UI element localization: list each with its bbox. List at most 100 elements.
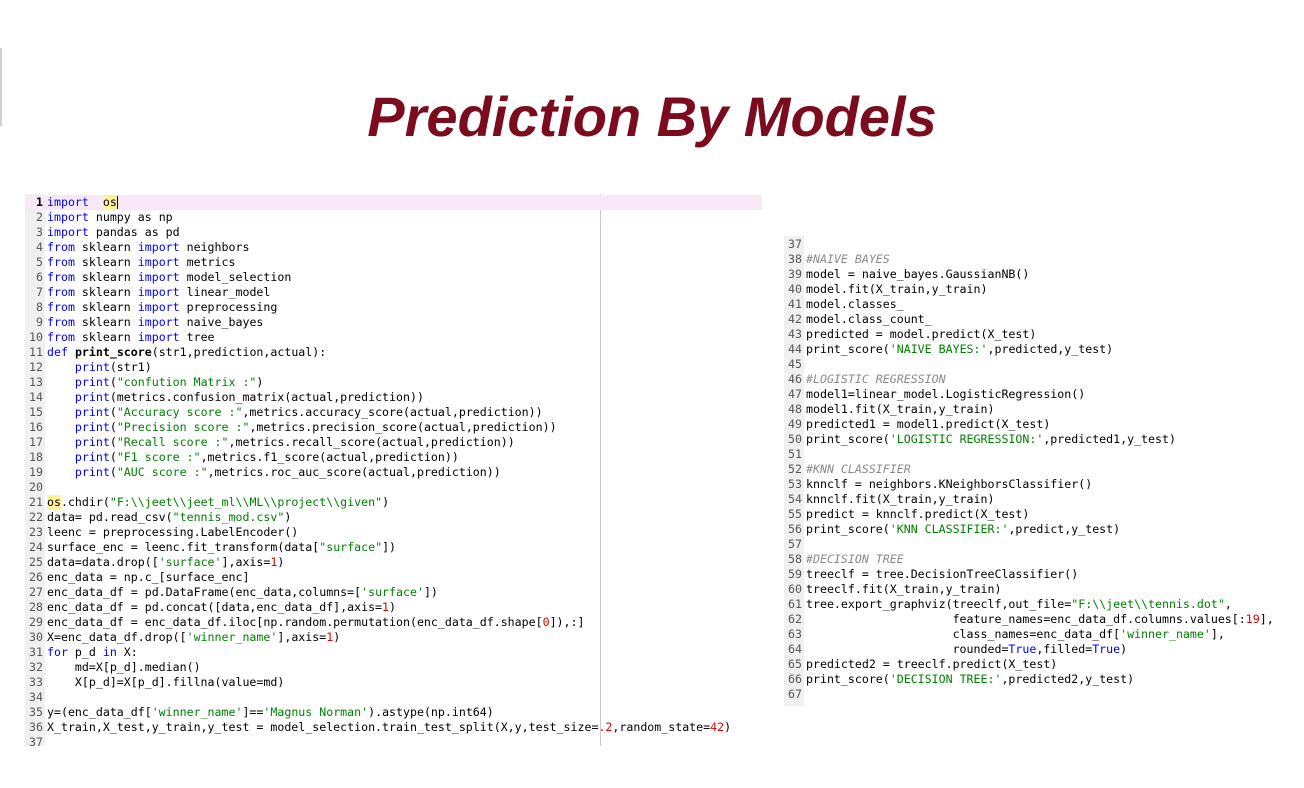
code-line[interactable]: 15 print("Accuracy score :",metrics.accu… [25, 405, 762, 420]
code-token: import [137, 315, 180, 329]
code-line[interactable]: 64 rounded=True,filled=True) [784, 642, 1284, 657]
code-line[interactable]: 53 knnclf = neighbors.KNeighborsClassifie… [784, 477, 1284, 492]
code-line[interactable]: 29 enc_data_df = enc_data_df.iloc[np.rand… [25, 615, 762, 630]
code-line[interactable]: 30 X=enc_data_df.drop(['winner_name'],axi… [25, 630, 762, 645]
code-token: print [74, 420, 110, 434]
code-line[interactable]: 14 print(metrics.confusion_matrix(actual… [25, 390, 762, 405]
code-line[interactable]: 2 import numpy as np [25, 210, 762, 225]
code-lines: 37 38 #NAIVE BAYES 39 model = naive_bayes.Ga… [784, 237, 1284, 702]
code-editor-right[interactable]: 37 38 #NAIVE BAYES 39 model = naive_bayes.Ga… [784, 236, 1284, 706]
code-line[interactable]: 3 import pandas as pd [25, 225, 762, 240]
line-number: 11 [29, 345, 43, 359]
code-line[interactable]: 33 X[p_d]=X[p_d].fillna(value=md) [25, 675, 762, 690]
line-number: 4 [36, 240, 43, 254]
code-token: ]) [423, 585, 438, 599]
line-number: 8 [36, 300, 43, 314]
code-token: from [47, 315, 75, 329]
code-token: X: [116, 645, 138, 659]
code-token: ,predicted,y_test) [987, 342, 1114, 356]
line-number: 53 [788, 477, 802, 491]
code-token: sklearn [74, 285, 138, 299]
code-line[interactable]: 17 print("Recall score :",metrics.recall… [25, 435, 762, 450]
code-line[interactable]: 5 from sklearn import metrics [25, 255, 762, 270]
code-line[interactable]: 61 tree.export_graphviz(treeclf,out_file=… [784, 597, 1284, 612]
code-line[interactable]: 31 for p_d in X: [25, 645, 762, 660]
code-line[interactable]: 56 print_score('KNN CLASSIFIER:',predict,… [784, 522, 1284, 537]
code-line[interactable]: 7 from sklearn import linear_model [25, 285, 762, 300]
slide-title: Prediction By Models [367, 85, 937, 148]
code-line[interactable]: 55 predict = knnclf.predict(X_test) [784, 507, 1284, 522]
line-number: 48 [788, 402, 802, 416]
code-line[interactable]: 22 data= pd.read_csv("tennis_mod.csv") [25, 510, 762, 525]
code-line[interactable]: 1 import os [25, 195, 762, 210]
code-line[interactable]: 27 enc_data_df = pd.DataFrame(enc_data,co… [25, 585, 762, 600]
code-line[interactable]: 32 md=X[p_d].median() [25, 660, 762, 675]
line-number: 61 [788, 597, 802, 611]
code-token: #DECISION TREE [806, 552, 904, 566]
code-line[interactable]: 40 model.fit(X_train,y_train) [784, 282, 1284, 297]
code-line[interactable]: 37 [784, 237, 1284, 252]
code-token: ( [109, 465, 117, 479]
code-line[interactable]: 37 [25, 735, 762, 746]
code-token: 'surface' [158, 555, 222, 569]
code-line[interactable]: 45 [784, 357, 1284, 372]
code-editor-left[interactable]: 1 import os 2 import numpy as np 3 import pan… [25, 194, 762, 746]
code-line[interactable]: 20 [25, 480, 762, 495]
code-line[interactable]: 46 #LOGISTIC REGRESSION [784, 372, 1284, 387]
code-line[interactable]: 12 print(str1) [25, 360, 762, 375]
code-line[interactable]: 16 print("Precision score :",metrics.pre… [25, 420, 762, 435]
code-line[interactable]: 41 model.classes_ [784, 297, 1284, 312]
code-token: treeclf = tree.DecisionTreeClassifier() [806, 567, 1079, 581]
code-token: 'NAIVE BAYES:' [889, 342, 988, 356]
code-line[interactable]: 49 predicted1 = model1.predict(X_test) [784, 417, 1284, 432]
code-line[interactable]: 58 #DECISION TREE [784, 552, 1284, 567]
code-line[interactable]: 4 from sklearn import neighbors [25, 240, 762, 255]
code-line[interactable]: 13 print("confution Matrix :") [25, 375, 762, 390]
code-line[interactable]: 62 feature_names=enc_data_df.columns.val… [784, 612, 1284, 627]
code-line[interactable]: 51 [784, 447, 1284, 462]
code-line[interactable]: 67 [784, 687, 1284, 702]
code-line[interactable]: 44 print_score('NAIVE BAYES:',predicted,y… [784, 342, 1284, 357]
code-line[interactable]: 42 model.class_count_ [784, 312, 1284, 327]
code-line[interactable]: 26 enc_data = np.c_[surface_enc] [25, 570, 762, 585]
code-line[interactable]: 52 #KNN CLASSIFIER [784, 462, 1284, 477]
code-line[interactable]: 48 model1.fit(X_train,y_train) [784, 402, 1284, 417]
code-line[interactable]: 39 model = naive_bayes.GaussianNB() [784, 267, 1284, 282]
code-line[interactable]: 66 print_score('DECISION TREE:',predicted… [784, 672, 1284, 687]
code-line[interactable]: 57 [784, 537, 1284, 552]
code-line[interactable]: 59 treeclf = tree.DecisionTreeClassifier(… [784, 567, 1284, 582]
code-token: X[p_d]=X[p_d].fillna(value=md) [47, 675, 285, 689]
code-line[interactable]: 47 model1=linear_model.LogisticRegression… [784, 387, 1284, 402]
code-token: ) [333, 630, 341, 644]
code-line[interactable]: 60 treeclf.fit(X_train,y_train) [784, 582, 1284, 597]
code-line[interactable]: 19 print("AUC score :",metrics.roc_auc_s… [25, 465, 762, 480]
line-number: 42 [788, 312, 802, 326]
code-line[interactable]: 34 [25, 690, 762, 705]
code-token: os [102, 195, 117, 209]
code-line[interactable]: 35 y=(enc_data_df['winner_name']=='Magnus… [25, 705, 762, 720]
code-line[interactable]: 36 X_train,X_test,y_train,y_test = model_… [25, 720, 762, 735]
code-line[interactable]: 28 enc_data_df = pd.concat([data,enc_data… [25, 600, 762, 615]
code-line[interactable]: 18 print("F1 score :",metrics.f1_score(a… [25, 450, 762, 465]
code-line[interactable]: 11 def print_score(str1,prediction,actual… [25, 345, 762, 360]
code-line[interactable]: 50 print_score('LOGISTIC REGRESSION:',pre… [784, 432, 1284, 447]
code-line[interactable]: 9 from sklearn import naive_bayes [25, 315, 762, 330]
code-line[interactable]: 38 #NAIVE BAYES [784, 252, 1284, 267]
code-line[interactable]: 23 leenc = preprocessing.LabelEncoder() [25, 525, 762, 540]
code-line[interactable]: 65 predicted2 = treeclf.predict(X_test) [784, 657, 1284, 672]
line-number: 23 [29, 525, 43, 539]
code-line[interactable]: 24 surface_enc = leenc.fit_transform(data… [25, 540, 762, 555]
code-line[interactable]: 6 from sklearn import model_selection [25, 270, 762, 285]
text-cursor [116, 196, 118, 209]
code-line[interactable]: 21 os.chdir("F:\\jeet\\jeet_ml\\ML\\proje… [25, 495, 762, 510]
code-line[interactable]: 43 predicted = model.predict(X_test) [784, 327, 1284, 342]
code-line[interactable]: 25 data=data.drop(['surface'],axis=1) [25, 555, 762, 570]
code-token: print [74, 450, 110, 464]
line-number: 49 [788, 417, 802, 431]
line-number: 39 [788, 267, 802, 281]
code-line[interactable]: 8 from sklearn import preprocessing [25, 300, 762, 315]
code-line[interactable]: 54 knnclf.fit(X_train,y_train) [784, 492, 1284, 507]
code-line[interactable]: 63 class_names=enc_data_df['winner_name'… [784, 627, 1284, 642]
code-line[interactable]: 10 from sklearn import tree [25, 330, 762, 345]
